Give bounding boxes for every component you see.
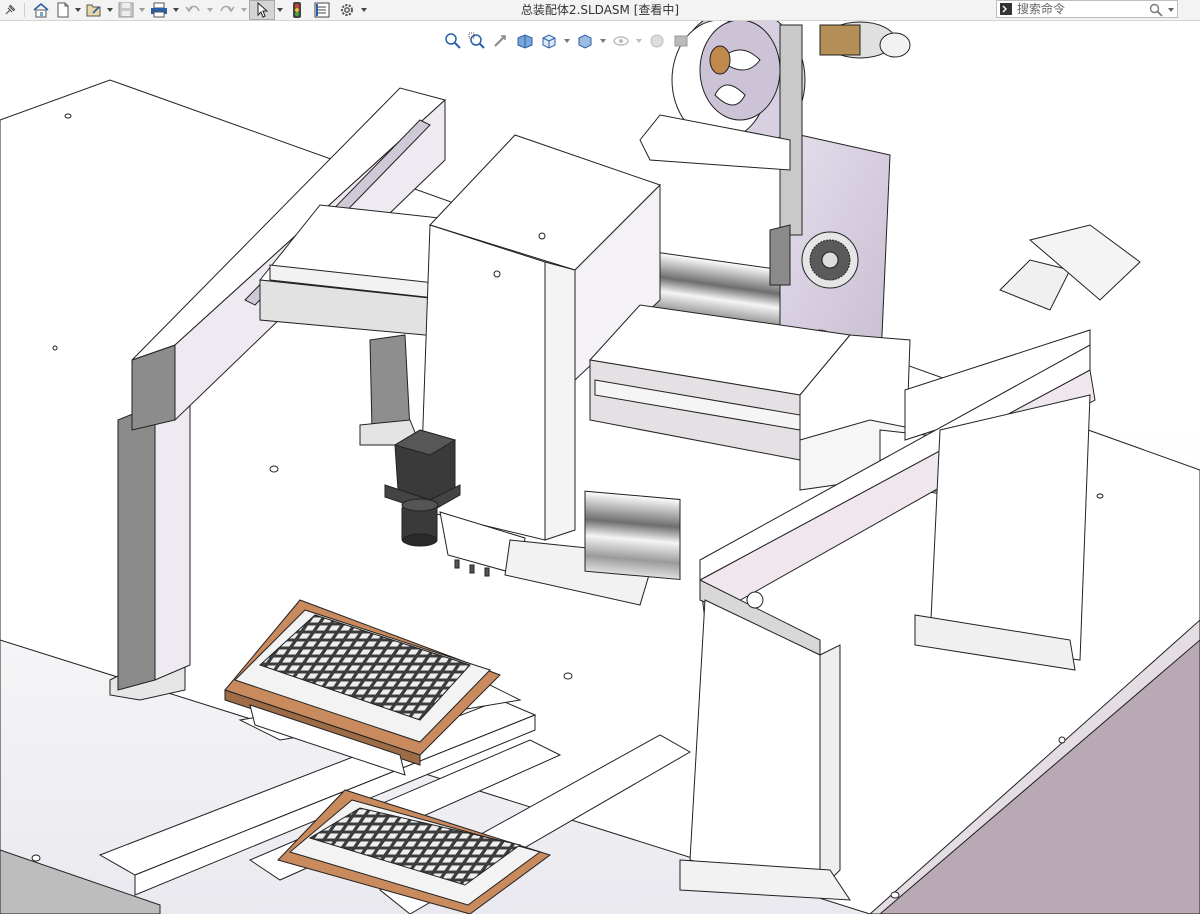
edit-appearance-icon[interactable]: [646, 30, 668, 52]
document-title: 总装配体2.SLDASM [查看中]: [520, 3, 680, 17]
search-commands-box[interactable]: [996, 0, 1178, 18]
command-prompt-icon: [997, 1, 1015, 17]
open-file-dropdown[interactable]: [105, 0, 115, 20]
toolbar-separator: [24, 3, 25, 17]
open-file-icon[interactable]: [83, 0, 105, 20]
print-dropdown[interactable]: [171, 0, 181, 20]
search-dropdown[interactable]: [1167, 1, 1175, 21]
print-icon[interactable]: [147, 0, 171, 20]
hide-show-items-icon[interactable]: [610, 30, 632, 52]
view-heads-up-toolbar: [442, 30, 692, 52]
gear-icon[interactable]: [335, 0, 359, 20]
save-icon[interactable]: [115, 0, 137, 20]
search-input[interactable]: [1015, 2, 1137, 16]
undo-icon[interactable]: [181, 0, 205, 20]
select-pointer-icon[interactable]: [249, 0, 275, 20]
view-orientation-icon[interactable]: [538, 30, 560, 52]
new-document-dropdown[interactable]: [73, 0, 83, 20]
section-view-icon[interactable]: [514, 30, 536, 52]
lower-roller: [584, 490, 681, 581]
file-properties-icon[interactable]: [309, 0, 335, 20]
assembly-model: [0, 21, 1200, 914]
view-orientation-dropdown[interactable]: [562, 31, 572, 51]
command-toolbar: 总装配体2.SLDASM [查看中]: [0, 0, 1200, 21]
search-icon[interactable]: [1149, 2, 1163, 21]
zoom-to-area-icon[interactable]: [466, 30, 488, 52]
apply-scene-icon[interactable]: [670, 30, 692, 52]
hide-show-dropdown[interactable]: [634, 31, 644, 51]
redo-dropdown[interactable]: [239, 0, 249, 20]
new-document-icon[interactable]: [53, 0, 73, 20]
options-dropdown[interactable]: [359, 0, 369, 20]
display-style-dropdown[interactable]: [598, 31, 608, 51]
traffic-light-icon[interactable]: [285, 0, 309, 20]
home-icon[interactable]: [29, 0, 53, 20]
previous-view-icon[interactable]: [490, 30, 512, 52]
zoom-to-fit-icon[interactable]: [442, 30, 464, 52]
select-dropdown[interactable]: [275, 0, 285, 20]
redo-icon[interactable]: [215, 0, 239, 20]
graphics-viewport[interactable]: [0, 21, 1200, 914]
pin-icon[interactable]: [0, 0, 20, 20]
undo-dropdown[interactable]: [205, 0, 215, 20]
display-style-icon[interactable]: [574, 30, 596, 52]
save-dropdown[interactable]: [137, 0, 147, 20]
